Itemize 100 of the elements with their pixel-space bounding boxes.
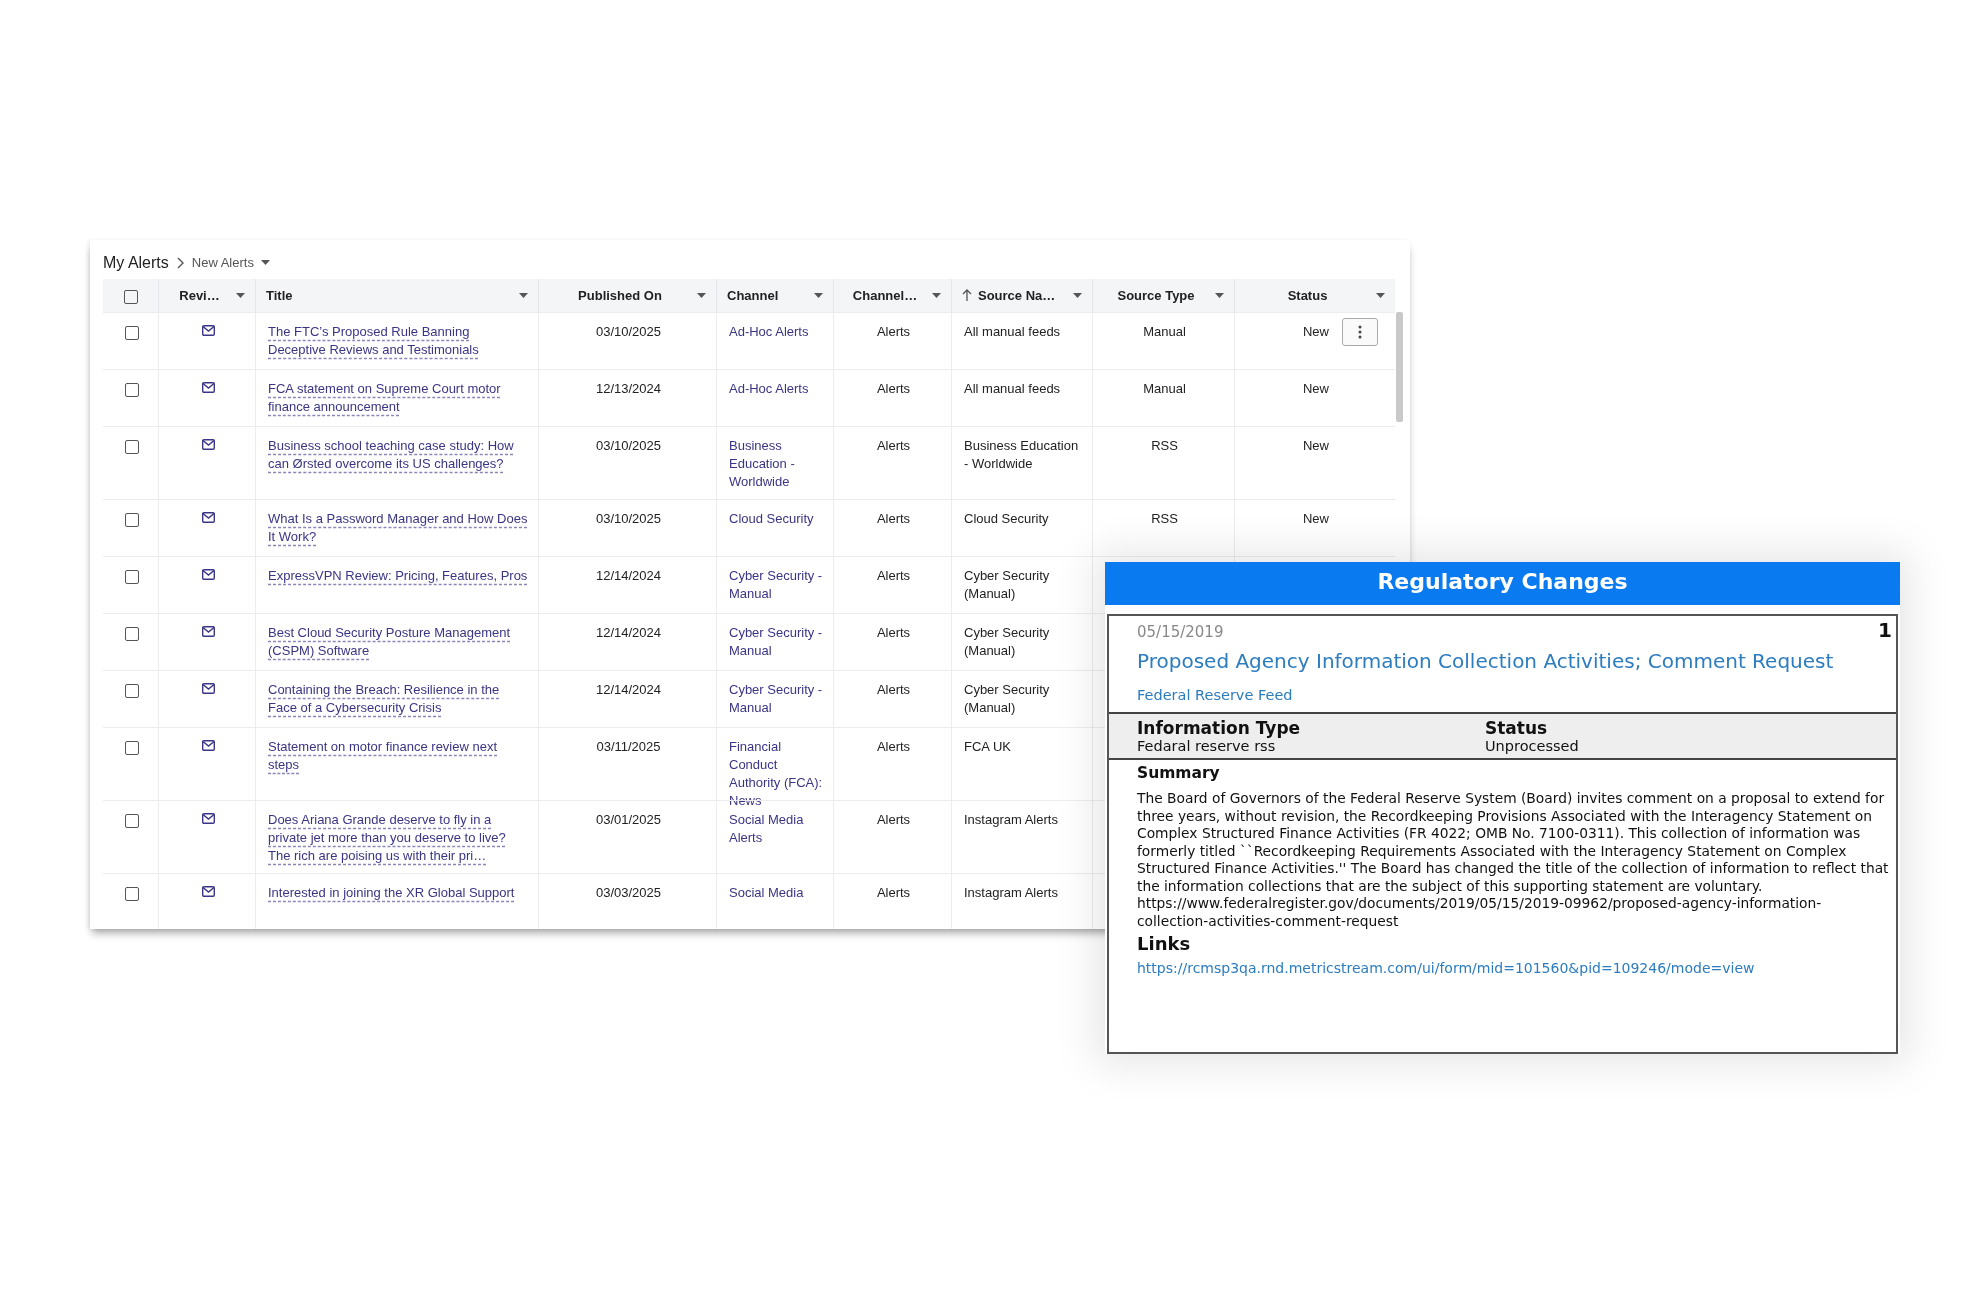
envelope-icon[interactable] bbox=[201, 740, 215, 751]
feed-link[interactable]: Federal Reserve Feed bbox=[1137, 687, 1293, 703]
table-cell-text: RSS bbox=[1151, 511, 1178, 526]
channel-link[interactable]: Cyber Security - Manual bbox=[729, 567, 823, 603]
table-cell-text: Alerts bbox=[876, 324, 911, 339]
table-cell-text: Alerts bbox=[876, 381, 911, 396]
table-cell-text: 12/14/2024 bbox=[595, 568, 662, 583]
breadcrumb-link[interactable]: My Alerts bbox=[103, 253, 169, 272]
sort-ascending-icon[interactable] bbox=[962, 289, 972, 302]
field-value: Fedaral reserve rss bbox=[1137, 738, 1277, 754]
envelope-icon[interactable] bbox=[201, 569, 215, 580]
envelope-icon[interactable] bbox=[201, 382, 215, 393]
checkbox[interactable] bbox=[124, 814, 139, 828]
field-label: Information Type bbox=[1137, 718, 1302, 738]
scrollbar-thumb[interactable] bbox=[1396, 312, 1403, 422]
checkbox[interactable] bbox=[124, 627, 139, 641]
checkbox[interactable] bbox=[124, 741, 139, 755]
table-cell-text: 03/10/2025 bbox=[595, 438, 662, 453]
channel-link[interactable]: Business Education - Worldwide bbox=[729, 437, 823, 491]
channel-link[interactable]: Social Media Alerts bbox=[729, 811, 823, 847]
table-cell-text: Alerts bbox=[876, 885, 911, 900]
alert-title-link[interactable]: Statement on motor finance review next steps bbox=[268, 738, 528, 774]
table-cell-text: RSS bbox=[1151, 438, 1178, 453]
table-cell-text: FCA UK bbox=[964, 739, 1011, 754]
dropdown-caret-icon[interactable] bbox=[1215, 293, 1224, 298]
view-dropdown[interactable]: New Alerts bbox=[191, 255, 270, 270]
table-cell-text: Alerts bbox=[876, 739, 911, 754]
checkbox[interactable] bbox=[124, 513, 139, 527]
envelope-icon[interactable] bbox=[201, 439, 215, 450]
alert-title-link[interactable]: Containing the Breach: Resilience in the Face of a Cybersecurity Crisis bbox=[268, 681, 528, 717]
table-cell-text: Alerts bbox=[876, 625, 911, 640]
table-cell-text: New bbox=[1303, 511, 1329, 526]
table-cell-text: 03/10/2025 bbox=[595, 511, 662, 526]
alert-title-link[interactable]: Interested in joining the XR Global Support bbox=[268, 884, 528, 902]
dropdown-caret-icon[interactable] bbox=[236, 293, 245, 298]
url-link[interactable]: https://rcmsp3qa.rnd.metricstream.com/ui/form/mid=101560&pid=109246/mode=view bbox=[1137, 960, 1755, 976]
channel-link[interactable]: Ad-Hoc Alerts bbox=[729, 380, 823, 398]
table-cell-text: Alerts bbox=[876, 511, 911, 526]
alert-title-link[interactable]: Proposed Agency Information Collection Activities; Comment Request bbox=[1137, 649, 1834, 673]
channel-link[interactable]: Social Media bbox=[729, 884, 823, 902]
table-cell-text: Cloud Security bbox=[964, 511, 1049, 526]
table-cell-text: 03/01/2025 bbox=[595, 812, 662, 827]
table-cell-text: 12/13/2024 bbox=[595, 381, 662, 396]
kebab-icon[interactable] bbox=[1358, 325, 1362, 339]
channel-link[interactable]: Cyber Security - Manual bbox=[729, 624, 823, 660]
table-cell-text: All manual feeds bbox=[964, 324, 1061, 339]
table-cell-text: Manual bbox=[1143, 381, 1186, 396]
dropdown-caret-icon[interactable] bbox=[519, 293, 528, 298]
dropdown-caret-icon[interactable] bbox=[697, 293, 706, 298]
field-value: Unprocessed bbox=[1485, 738, 1580, 754]
table-cell-text: New bbox=[1303, 324, 1329, 339]
checkbox[interactable] bbox=[124, 383, 139, 397]
dropdown-caret-icon[interactable] bbox=[1376, 293, 1385, 298]
table-cell-text: Alerts bbox=[876, 438, 911, 453]
section-heading: Links bbox=[1137, 933, 1191, 954]
dropdown-caret-icon[interactable] bbox=[814, 293, 823, 298]
table-cell-text: Alerts bbox=[876, 682, 911, 697]
checkbox[interactable] bbox=[124, 684, 139, 698]
item-number: 1 bbox=[1878, 618, 1892, 642]
caret-icon[interactable] bbox=[260, 260, 270, 265]
alert-title-link[interactable]: What Is a Password Manager and How Does It Work? bbox=[268, 510, 528, 546]
alert-title-link[interactable]: ExpressVPN Review: Pricing, Features, Pros bbox=[268, 567, 528, 585]
checkbox[interactable] bbox=[124, 570, 139, 584]
table-cell-text: 03/10/2025 bbox=[595, 324, 662, 339]
alert-title-link[interactable]: Best Cloud Security Posture Management (CSPM) Software bbox=[268, 624, 528, 660]
table-cell-text: Alerts bbox=[876, 568, 911, 583]
checkbox[interactable] bbox=[124, 440, 139, 454]
envelope-icon[interactable] bbox=[201, 813, 215, 824]
table-cell-text: Manual bbox=[1143, 324, 1186, 339]
section-heading: Summary bbox=[1137, 764, 1220, 782]
card-header: Regulatory Changes bbox=[1105, 562, 1900, 605]
alert-date: 05/15/2019 bbox=[1137, 623, 1224, 641]
channel-link[interactable]: Cyber Security - Manual bbox=[729, 681, 823, 717]
alert-title-link[interactable]: Does Ariana Grande deserve to fly in a private jet more than you deserve to live? The rich are poising us with their pri… bbox=[268, 811, 528, 865]
envelope-icon[interactable] bbox=[201, 626, 215, 637]
table-cell-text: 03/11/2025 bbox=[596, 739, 661, 754]
field-label: Status bbox=[1485, 718, 1549, 738]
table-cell-text: New bbox=[1303, 381, 1329, 396]
table-cell-text: 12/14/2024 bbox=[595, 682, 662, 697]
dropdown-caret-icon[interactable] bbox=[1073, 293, 1082, 298]
channel-link[interactable]: Cloud Security bbox=[729, 510, 823, 528]
alert-title-link[interactable]: Business school teaching case study: How can Ørsted overcome its US challenges? bbox=[268, 437, 528, 473]
envelope-icon[interactable] bbox=[201, 325, 215, 336]
envelope-icon[interactable] bbox=[201, 886, 215, 897]
checkbox[interactable] bbox=[123, 290, 138, 304]
table-cell-text: All manual feeds bbox=[964, 381, 1061, 396]
table-cell-text: New bbox=[1303, 438, 1329, 453]
checkbox[interactable] bbox=[124, 887, 139, 901]
dropdown-caret-icon[interactable] bbox=[932, 293, 941, 298]
table-cell-text: 12/14/2024 bbox=[595, 625, 662, 640]
alert-title-link[interactable]: The FTC’s Proposed Rule Banning Deceptive Reviews and Testimonials bbox=[268, 323, 528, 359]
table-cell-text: 03/03/2025 bbox=[595, 885, 662, 900]
checkbox[interactable] bbox=[124, 326, 139, 340]
alert-title-link[interactable]: FCA statement on Supreme Court motor finance announcement bbox=[268, 380, 528, 416]
table-cell-text: Cyber Security (Manual) bbox=[964, 625, 1050, 658]
table-cell-text: Instagram Alerts bbox=[964, 885, 1058, 900]
envelope-icon[interactable] bbox=[201, 512, 215, 523]
envelope-icon[interactable] bbox=[201, 683, 215, 694]
table-cell-text: Cyber Security (Manual) bbox=[964, 682, 1050, 715]
channel-link[interactable]: Ad-Hoc Alerts bbox=[729, 323, 823, 341]
